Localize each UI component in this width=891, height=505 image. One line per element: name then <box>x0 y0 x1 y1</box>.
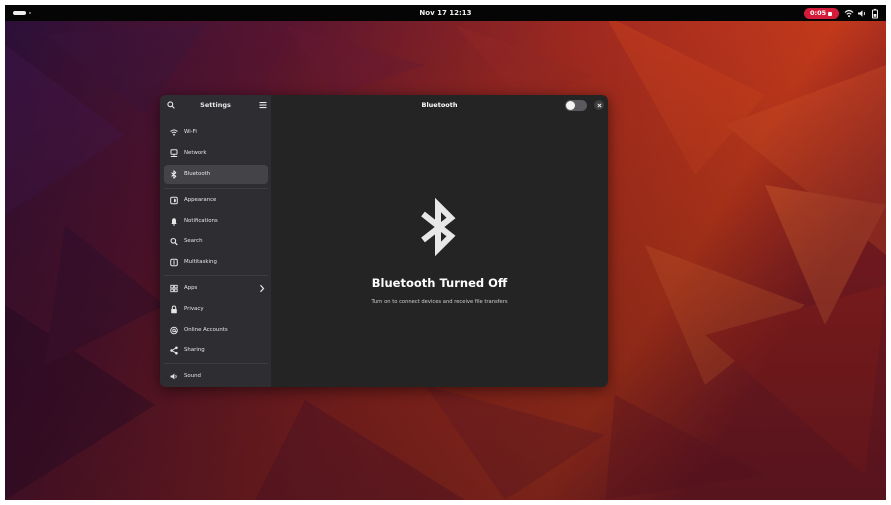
sidebar-item-online-accounts[interactable]: Online Accounts <box>164 321 268 340</box>
sound-icon <box>170 373 177 380</box>
sidebar-item-privacy[interactable]: Privacy <box>164 300 268 319</box>
bluetooth-panel: Bluetooth Bluetooth Turned Off Turn on t… <box>271 95 608 387</box>
sidebar-item-notifications[interactable]: Notifications <box>164 212 268 231</box>
online-accounts-icon <box>170 326 178 335</box>
close-icon <box>596 102 602 108</box>
sidebar-divider <box>164 275 268 276</box>
search-icon <box>170 237 178 246</box>
sidebar-item-search[interactable]: Search <box>164 232 268 251</box>
sidebar-item-network[interactable]: Network <box>164 144 268 163</box>
status-title: Bluetooth Turned Off <box>371 276 508 290</box>
toggle-knob <box>566 101 575 110</box>
sidebar-item-label: Notifications <box>184 218 218 224</box>
sidebar-item-label: Search <box>184 238 203 244</box>
sidebar-item-wifi[interactable]: Wi-Fi <box>164 123 268 142</box>
bluetooth-toggle[interactable] <box>565 100 587 111</box>
hamburger-menu-icon[interactable] <box>259 101 267 109</box>
sidebar-header: Settings <box>160 95 271 115</box>
sidebar-item-appearance[interactable]: Appearance <box>164 191 268 210</box>
screen-recording-indicator[interactable]: 0:05 <box>804 8 839 19</box>
sidebar-item-label: Bluetooth <box>184 171 211 177</box>
sidebar-item-apps[interactable]: Apps <box>164 279 268 298</box>
wifi-icon[interactable] <box>844 8 854 19</box>
sidebar-item-label: Online Accounts <box>184 327 228 333</box>
settings-sidebar: Settings Wi-Fi Network Bluetooth Appeara… <box>160 95 271 387</box>
bluetooth-disabled-icon <box>421 198 456 256</box>
close-button[interactable] <box>594 100 604 110</box>
desktop: Nov 17 12:13 0:05 Settings Wi-Fi Network… <box>5 5 886 500</box>
sidebar-item-label: Multitasking <box>184 259 217 265</box>
status-description: Turn on to connect devices and receive f… <box>371 299 508 305</box>
settings-window: Settings Wi-Fi Network Bluetooth Appeara… <box>160 95 608 387</box>
multitasking-icon <box>170 258 178 267</box>
network-icon <box>170 149 178 157</box>
sidebar-item-label: Appearance <box>184 197 217 203</box>
bell-icon <box>171 218 177 226</box>
wifi-icon <box>170 129 178 136</box>
privacy-icon <box>171 305 177 314</box>
sidebar-item-label: Sound <box>184 373 201 379</box>
sidebar-item-label: Wi-Fi <box>184 129 197 135</box>
chevron-right-icon <box>260 284 265 293</box>
sidebar-item-label: Sharing <box>184 347 205 353</box>
apps-icon <box>170 284 178 293</box>
sidebar-divider <box>164 188 268 189</box>
sidebar-item-label: Network <box>184 150 207 156</box>
sidebar-item-sound[interactable]: Sound <box>164 367 268 386</box>
battery-icon[interactable] <box>871 8 879 19</box>
sidebar-title: Settings <box>200 101 231 109</box>
clock[interactable]: Nov 17 12:13 <box>5 8 886 18</box>
recording-time: 0:05 <box>810 9 827 17</box>
stop-icon <box>828 11 832 16</box>
sidebar-item-bluetooth[interactable]: Bluetooth <box>164 165 268 184</box>
panel-title: Bluetooth <box>421 101 458 109</box>
sidebar-item-label: Apps <box>184 285 198 291</box>
bluetooth-icon <box>171 170 177 179</box>
share-icon <box>170 346 178 355</box>
appearance-icon <box>170 196 178 205</box>
sidebar-divider <box>164 363 268 364</box>
volume-icon[interactable] <box>857 8 867 19</box>
sidebar-item-label: Privacy <box>184 306 204 312</box>
top-bar: Nov 17 12:13 0:05 <box>5 5 886 21</box>
sidebar-item-sharing[interactable]: Sharing <box>164 341 268 360</box>
sidebar-item-multitasking[interactable]: Multitasking <box>164 253 268 272</box>
